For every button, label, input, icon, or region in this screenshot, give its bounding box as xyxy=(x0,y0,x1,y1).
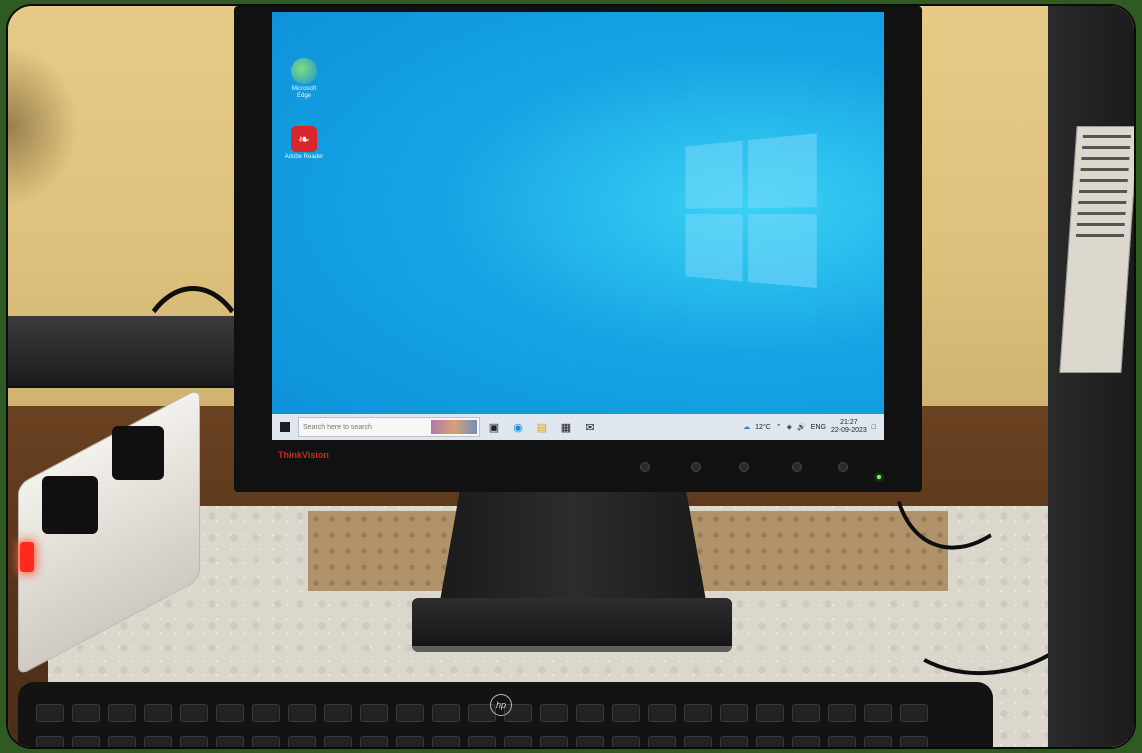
photo-frame: ThinkVision Microsoft Edge ❧ Adobe Reade… xyxy=(6,4,1136,749)
key[interactable] xyxy=(684,736,712,747)
key[interactable] xyxy=(432,704,460,722)
key[interactable] xyxy=(252,736,280,747)
power-strip-switch xyxy=(20,542,34,572)
key[interactable] xyxy=(648,736,676,747)
desktop-icon-adobe[interactable]: ❧ Adobe Reader xyxy=(284,126,324,161)
key[interactable] xyxy=(540,736,568,747)
key[interactable] xyxy=(180,736,208,747)
monitor-button[interactable] xyxy=(792,462,802,472)
key[interactable] xyxy=(504,736,532,747)
monitor-button[interactable] xyxy=(640,462,650,472)
monitor-button[interactable] xyxy=(691,462,701,472)
monitor-stand-base xyxy=(412,598,732,652)
key[interactable] xyxy=(360,736,388,747)
key[interactable] xyxy=(36,736,64,747)
key[interactable] xyxy=(216,704,244,722)
key[interactable] xyxy=(252,704,280,722)
monitor-button[interactable] xyxy=(739,462,749,472)
key[interactable] xyxy=(468,736,496,747)
key[interactable] xyxy=(648,704,676,722)
key[interactable] xyxy=(900,736,928,747)
power-led xyxy=(877,475,881,479)
chevron-up-icon[interactable]: ⌃ xyxy=(776,423,782,431)
weather-icon[interactable]: ☁ xyxy=(743,423,750,431)
key[interactable] xyxy=(180,704,208,722)
key[interactable] xyxy=(36,704,64,722)
desktop-icon-label: Adobe Reader xyxy=(284,154,324,160)
key[interactable] xyxy=(612,736,640,747)
windows-start-icon xyxy=(280,422,290,432)
task-view-icon[interactable]: ▣ xyxy=(484,417,504,437)
desktop-icon-edge[interactable]: Microsoft Edge xyxy=(284,58,324,100)
store-icon[interactable]: ▦ xyxy=(556,417,576,437)
monitor-screen: Microsoft Edge ❧ Adobe Reader Search her… xyxy=(272,12,884,440)
volume-icon[interactable]: 🔊 xyxy=(797,423,806,431)
monitor-stand-neck xyxy=(438,492,708,612)
key[interactable] xyxy=(792,704,820,722)
key[interactable] xyxy=(144,736,172,747)
key[interactable] xyxy=(216,736,244,747)
key[interactable] xyxy=(900,704,928,722)
key[interactable] xyxy=(792,736,820,747)
power-plug-1 xyxy=(42,476,98,534)
key[interactable] xyxy=(540,704,568,722)
edge-icon[interactable]: ◉ xyxy=(508,417,528,437)
network-icon[interactable]: ◈ xyxy=(787,423,792,431)
keyboard[interactable] xyxy=(18,682,993,747)
key[interactable] xyxy=(108,736,136,747)
key[interactable] xyxy=(288,704,316,722)
key[interactable] xyxy=(108,704,136,722)
language-indicator[interactable]: ENG xyxy=(811,424,826,431)
key[interactable] xyxy=(324,736,352,747)
mail-icon[interactable]: ✉ xyxy=(580,417,600,437)
key[interactable] xyxy=(432,736,460,747)
file-explorer-icon[interactable]: ▤ xyxy=(532,417,552,437)
key[interactable] xyxy=(720,736,748,747)
clock[interactable]: 21:27 22-09-2023 xyxy=(831,419,867,435)
monitor-brand: ThinkVision xyxy=(278,450,329,460)
key[interactable] xyxy=(828,736,856,747)
search-highlight-image xyxy=(431,420,477,434)
microsoft-edge-icon xyxy=(291,58,317,84)
clock-date: 22-09-2023 xyxy=(830,427,867,434)
key[interactable] xyxy=(864,704,892,722)
windows-logo xyxy=(685,132,825,297)
notification-icon[interactable]: □ xyxy=(872,424,876,431)
adobe-reader-icon: ❧ xyxy=(291,126,317,152)
key[interactable] xyxy=(360,704,388,722)
key[interactable] xyxy=(72,704,100,722)
desktop-icon-label: Microsoft Edge xyxy=(291,86,317,99)
taskbar: Search here to search ▣ ◉ ▤ ▦ ✉ ☁ 12°C ⌃… xyxy=(272,414,884,440)
key[interactable] xyxy=(72,736,100,747)
search-placeholder: Search here to search xyxy=(303,423,372,431)
key[interactable] xyxy=(576,704,604,722)
key[interactable] xyxy=(396,704,424,722)
key[interactable] xyxy=(612,704,640,722)
keyboard-number-row xyxy=(36,736,928,747)
clock-time: 21:27 xyxy=(840,419,858,426)
key[interactable] xyxy=(720,704,748,722)
key[interactable] xyxy=(684,704,712,722)
system-tray: ☁ 12°C ⌃ ◈ 🔊 ENG 21:27 22-09-2023 □ xyxy=(743,419,884,435)
key[interactable] xyxy=(324,704,352,722)
key[interactable] xyxy=(396,736,424,747)
key[interactable] xyxy=(828,704,856,722)
taskbar-search-box[interactable]: Search here to search xyxy=(298,417,480,437)
key[interactable] xyxy=(756,704,784,722)
monitor-button[interactable] xyxy=(838,462,848,472)
start-button[interactable] xyxy=(272,414,298,440)
weather-temp[interactable]: 12°C xyxy=(755,424,771,431)
wall-shadow xyxy=(8,46,78,206)
key[interactable] xyxy=(144,704,172,722)
key[interactable] xyxy=(756,736,784,747)
key[interactable] xyxy=(864,736,892,747)
key[interactable] xyxy=(288,736,316,747)
hp-logo: hp xyxy=(490,694,512,716)
desktop-tower xyxy=(1048,6,1134,747)
keyboard-function-row xyxy=(36,704,928,722)
key[interactable] xyxy=(576,736,604,747)
